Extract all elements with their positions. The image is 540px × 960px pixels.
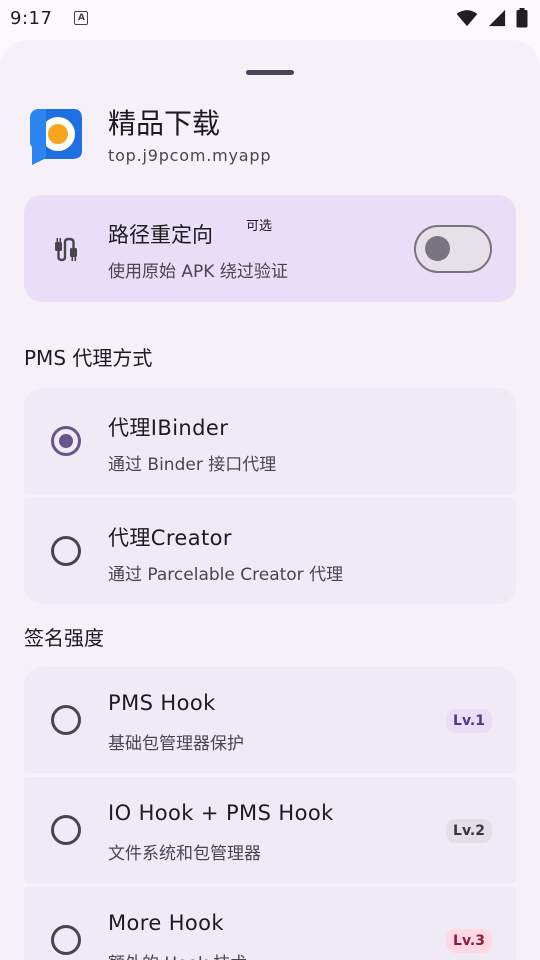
- redirect-title: 路径重定向: [108, 223, 213, 247]
- wifi-icon: [456, 10, 478, 27]
- app-logo-icon: [26, 107, 84, 165]
- radio-dot: [59, 434, 73, 448]
- battery-icon: [516, 8, 528, 28]
- redirect-subtitle: 使用原始 APK 绕过验证: [108, 262, 288, 282]
- path-redirect-card[interactable]: 路径重定向 可选 使用原始 APK 绕过验证: [24, 195, 516, 302]
- redirect-toggle[interactable]: [414, 225, 492, 273]
- option-io-pms-hook[interactable]: IO Hook + PMS Hook 文件系统和包管理器 Lv.2: [24, 777, 516, 883]
- option-proxy-creator[interactable]: 代理Creator 通过 Parcelable Creator 代理: [24, 498, 516, 604]
- app-package: top.j9pcom.myapp: [108, 146, 272, 165]
- radio-proxy-creator[interactable]: [51, 536, 81, 566]
- option-title: IO Hook + PMS Hook: [108, 801, 334, 825]
- option-pms-hook[interactable]: PMS Hook 基础包管理器保护 Lv.1: [24, 667, 516, 773]
- pms-section-title: PMS 代理方式: [24, 346, 153, 370]
- toggle-knob: [425, 236, 450, 261]
- app-name: 精品下载: [108, 107, 221, 140]
- level-badge-lv3: Lv.3: [446, 929, 492, 953]
- radio-proxy-ibinder[interactable]: [51, 426, 81, 456]
- option-more-hook[interactable]: More Hook 额外的 Hook 技术 Lv.3: [24, 887, 516, 960]
- option-title: 代理Creator: [108, 526, 232, 550]
- app-header: 精品下载 top.j9pcom.myapp: [26, 106, 271, 165]
- signature-section-title: 签名强度: [24, 626, 104, 650]
- screen: 9:17 A 精品下载 top.j9pcom.myapp 路径重定向 可选 使用…: [0, 0, 540, 960]
- option-title: More Hook: [108, 911, 224, 935]
- option-proxy-ibinder[interactable]: 代理IBinder 通过 Binder 接口代理: [24, 388, 516, 494]
- option-subtitle: 通过 Parcelable Creator 代理: [108, 565, 344, 585]
- option-subtitle: 文件系统和包管理器: [108, 844, 261, 864]
- option-subtitle: 额外的 Hook 技术: [108, 949, 247, 960]
- status-time: 9:17: [10, 7, 53, 29]
- level-badge-lv1: Lv.1: [446, 709, 492, 733]
- bottom-sheet: 精品下载 top.j9pcom.myapp 路径重定向 可选 使用原始 APK …: [0, 40, 540, 960]
- level-badge-lv2: Lv.2: [446, 819, 492, 843]
- app-info: 精品下载 top.j9pcom.myapp: [108, 106, 271, 165]
- option-title: 代理IBinder: [108, 416, 229, 440]
- notification-a-icon: A: [74, 11, 89, 25]
- status-icons: [456, 8, 528, 28]
- radio-io-pms-hook[interactable]: [51, 815, 81, 845]
- drag-handle[interactable]: [246, 70, 294, 75]
- option-title: PMS Hook: [108, 691, 216, 715]
- signal-icon: [488, 9, 506, 27]
- radio-more-hook[interactable]: [51, 925, 81, 955]
- status-bar: 9:17 A: [0, 0, 540, 36]
- cable-icon: [55, 237, 77, 262]
- option-subtitle: 通过 Binder 接口代理: [108, 455, 277, 475]
- radio-pms-hook[interactable]: [51, 705, 81, 735]
- option-subtitle: 基础包管理器保护: [108, 734, 244, 754]
- optional-badge: 可选: [246, 219, 273, 234]
